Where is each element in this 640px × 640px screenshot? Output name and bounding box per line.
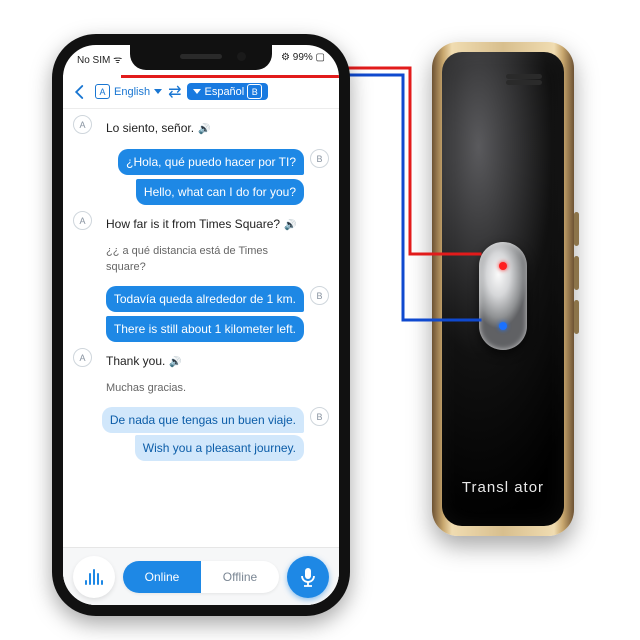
language-bar: A English ⇄ Español B (63, 75, 339, 109)
mode-online[interactable]: Online (123, 561, 201, 593)
button-a-indicator[interactable] (499, 262, 507, 270)
avatar-a: A (73, 115, 92, 134)
message-text: How far is it from Times Square?🔊 (98, 211, 308, 239)
language-a-name: English (114, 86, 150, 98)
device-screen: Transl ator (442, 52, 564, 526)
message-translation: ¿¿ a qué distancia está de Times square? (98, 238, 308, 280)
control-pill[interactable] (479, 242, 527, 350)
message-translation: Wish you a pleasant journey. (135, 435, 304, 461)
language-a-badge: A (95, 84, 110, 99)
phone: No SIM ᯤ ⚙ 99% ▢ A English ⇄ Español B (52, 34, 350, 616)
microphone-icon (298, 566, 318, 588)
status-battery: ⚙ 99% ▢ (281, 52, 325, 63)
sound-icon[interactable]: 🔊 (284, 218, 294, 234)
message-row: Todavía queda alrededor de 1 km. There i… (73, 286, 329, 342)
back-icon[interactable] (71, 83, 89, 101)
red-indicator-line (121, 75, 350, 78)
chevron-down-icon (193, 89, 201, 94)
mode-offline[interactable]: Offline (201, 561, 279, 593)
side-buttons[interactable] (574, 212, 579, 344)
chevron-down-icon (154, 89, 162, 94)
avatar-b: B (310, 149, 329, 168)
device-brand-label: Transl ator (442, 479, 564, 496)
translator-device: Transl ator (432, 42, 574, 536)
message-text: ¿Hola, qué puedo hacer por TI? (118, 149, 304, 175)
message-row: A How far is it from Times Square?🔊 ¿¿ a… (73, 211, 329, 280)
phone-notch (130, 44, 272, 70)
message-row: ¿Hola, qué puedo hacer por TI? Hello, wh… (73, 149, 329, 205)
avatar-a: A (73, 211, 92, 230)
message-text: Thank you.🔊 (98, 348, 194, 376)
footer-bar: Online Offline (63, 547, 339, 605)
sound-icon[interactable]: 🔊 (169, 355, 179, 371)
mode-segmented-control[interactable]: Online Offline (123, 561, 279, 593)
message-text: Todavía queda alrededor de 1 km. (106, 286, 304, 312)
message-row: De nada que tengas un buen viaje. Wish y… (73, 407, 329, 461)
message-row: A Lo siento, señor.🔊 (73, 115, 329, 143)
message-translation: Hello, what can I do for you? (136, 179, 304, 205)
message-translation: Muchas gracias. (98, 375, 194, 401)
voice-visualizer-button[interactable] (73, 556, 115, 598)
language-a-selector[interactable]: A English (95, 84, 162, 99)
language-b-badge: B (247, 84, 262, 99)
avatar-a: A (73, 348, 92, 367)
chat-scroll[interactable]: A Lo siento, señor.🔊 ¿Hola, qué puedo ha… (63, 109, 339, 547)
message-translation: There is still about 1 kilometer left. (106, 316, 304, 342)
message-text: Lo siento, señor.🔊 (98, 115, 216, 143)
sound-icon[interactable]: 🔊 (198, 122, 208, 138)
swap-languages-icon[interactable]: ⇄ (168, 82, 181, 102)
message-text: De nada que tengas un buen viaje. (102, 407, 304, 433)
button-b-indicator[interactable] (499, 322, 507, 330)
microphone-button[interactable] (287, 556, 329, 598)
avatar-b: B (310, 286, 329, 305)
waveform-icon (85, 569, 103, 585)
avatar-b: B (310, 407, 329, 426)
message-row: A Thank you.🔊 Muchas gracias. (73, 348, 329, 401)
status-carrier: No SIM ᯤ (77, 52, 122, 66)
speaker-grille (506, 74, 542, 79)
language-b-name: Español (204, 86, 244, 98)
language-b-selector[interactable]: Español B (187, 83, 268, 100)
